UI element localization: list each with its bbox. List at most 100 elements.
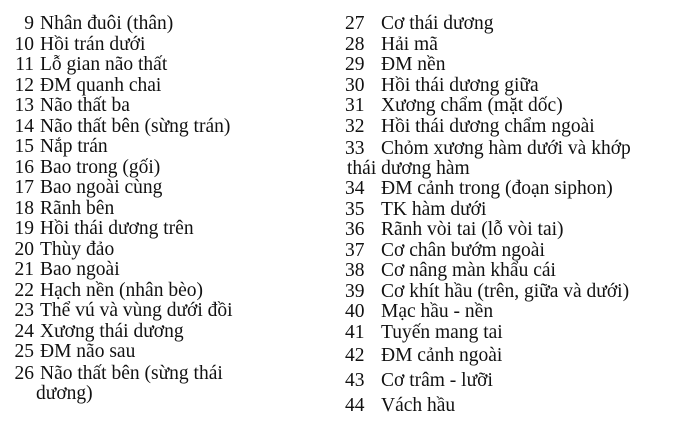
item-number: 10 [14,33,35,55]
item-label-continuation: dương) [36,383,93,404]
list-item: 18 Rãnh bên [0,197,115,220]
item-number: 9 [24,13,34,34]
list-item: 44 Vách hầu [345,395,455,417]
item-label: Hồi trán dưới [40,33,146,55]
list-item: 30 Hồi thái dương giữa [345,75,539,97]
list-item: 15 Nắp trán [0,136,108,158]
item-label: Xương chẩm (mặt dốc) [381,95,563,116]
list-item: 17 Bao ngoài cùng [0,177,163,199]
item-number: 28 [345,33,365,55]
item-label: Thể vú và vùng dưới đồi [40,300,233,321]
item-number: 19 [14,218,35,239]
item-number: 17 [14,177,35,198]
item-label: Xương thái dương [40,320,184,342]
item-number: 13 [14,95,35,116]
item-number: 41 [345,321,365,343]
item-label: ĐM nền [381,54,446,75]
item-label: Cơ thái dương [381,13,494,34]
item-label: Bao ngoài cùng [40,177,163,198]
list-item: 19 Hồi thái dương trên [0,218,194,240]
list-item: 12 ĐM quanh chai [0,74,162,97]
list-item: 37 Cơ chân bướm ngoài [345,240,545,262]
item-label: Não thất bên (sừng thái [40,363,223,384]
list-item: 38 Cơ nâng màn khẩu cái [345,260,556,282]
item-number: 16 [14,156,35,178]
item-number: 31 [345,95,365,116]
list-item: 14 Não thất bên (sừng trán) [0,115,231,138]
item-number: 39 [345,280,365,302]
item-number: 44 [345,395,365,416]
item-label: Hạch nền (nhân bèo) [40,279,203,301]
list-item: 35 TK hàm dưới [345,199,486,221]
item-label: Vách hầu [381,395,456,416]
item-label: Mạc hầu - nền [381,301,494,322]
list-item: 22 Hạch nền (nhân bèo) [0,280,203,302]
list-item: 32 Hồi thái dương chẩm ngoài [345,116,595,138]
item-label: Não thất bên (sừng trán) [40,115,231,137]
item-label: Thùy đảo [40,238,115,260]
item-label: Rãnh bên [40,197,115,219]
list-item: 27 Cơ thái dương [345,13,493,35]
list-item: 11 Lỗ gian não thất [0,54,167,76]
list-item: 34 ĐM cảnh trong (đoạn siphon) [345,178,613,200]
item-number: 43 [345,370,365,391]
item-label: Tuyến mang tai [381,321,503,343]
list-item-continuation: dương) [36,383,93,405]
item-label: Bao trong (gối) [40,156,161,178]
item-number: 15 [14,136,35,157]
item-label: Cơ chân bướm ngoài [381,239,545,261]
item-number: 20 [14,238,35,260]
list-item: 26 Não thất bên (sừng thái [0,363,223,385]
item-label: Hồi thái dương chẩm ngoài [381,115,595,137]
item-label: Chỏm xương hàm dưới và khớp [381,138,631,159]
list-item: 40 Mạc hầu - nền [345,301,493,323]
item-number: 24 [14,320,35,342]
item-number: 27 [345,13,365,34]
item-label: Hồi thái dương giữa [381,74,539,96]
item-label: ĐM cảnh ngoài [381,345,503,366]
list-item: 16 Bao trong (gối) [0,156,161,179]
item-label: Cơ trâm - lưỡi [381,370,493,391]
list-item: 20 Thùy đảo [0,238,115,261]
item-label: Hải mã [381,33,438,55]
item-number: 35 [345,198,365,220]
list-item: 9 Nhân đuôi (thân) [0,13,173,35]
list-item: 33 Chỏm xương hàm dưới và khớp [345,138,631,160]
item-number: 33 [345,138,365,159]
item-label: Bao ngoài [40,259,120,280]
item-number: 11 [15,54,34,75]
item-label: Nắp trán [40,136,108,157]
item-number: 14 [14,115,35,137]
list-item: 21 Bao ngoài [0,259,120,281]
list-item: 41 Tuyến mang tai [345,322,503,344]
item-number: 36 [345,219,365,240]
item-label: ĐM cảnh trong (đoạn siphon) [381,178,613,199]
item-label: Hồi thái dương trên [40,218,194,239]
item-number: 37 [345,239,365,261]
list-item: 39 Cơ khít hầu (trên, giữa và dưới) [345,281,629,303]
item-number: 38 [345,260,365,281]
item-label: Cơ khít hầu (trên, giữa và dưới) [381,280,630,302]
item-number: 34 [345,178,365,199]
list-item: 10 Hồi trán dưới [0,33,146,56]
item-number: 18 [14,197,35,219]
item-label: Cơ nâng màn khẩu cái [381,260,556,281]
item-number: 26 [14,363,35,384]
item-number: 22 [14,279,35,301]
list-item: 24 Xương thái dương [0,321,184,343]
list-item: 13 Não thất ba [0,95,130,117]
list-item: 36 Rãnh vòi tai (lỗ vòi tai) [345,219,564,241]
list-item: 25 ĐM não sau [0,341,136,363]
item-number: 23 [14,300,35,321]
item-label: ĐM quanh chai [40,74,162,96]
item-label: ĐM não sau [40,341,136,362]
item-number: 12 [14,74,35,96]
item-number: 42 [345,345,365,366]
page: { "left_column": [ {"num": "9", "label":… [0,0,695,443]
item-label: Não thất ba [40,95,130,116]
item-number: 21 [14,259,35,280]
item-label: Nhân đuôi (thân) [40,13,174,34]
item-number: 25 [14,341,35,362]
list-item: 29 ĐM nền [345,54,445,76]
list-item: 43 Cơ trâm - lưỡi [345,370,493,392]
